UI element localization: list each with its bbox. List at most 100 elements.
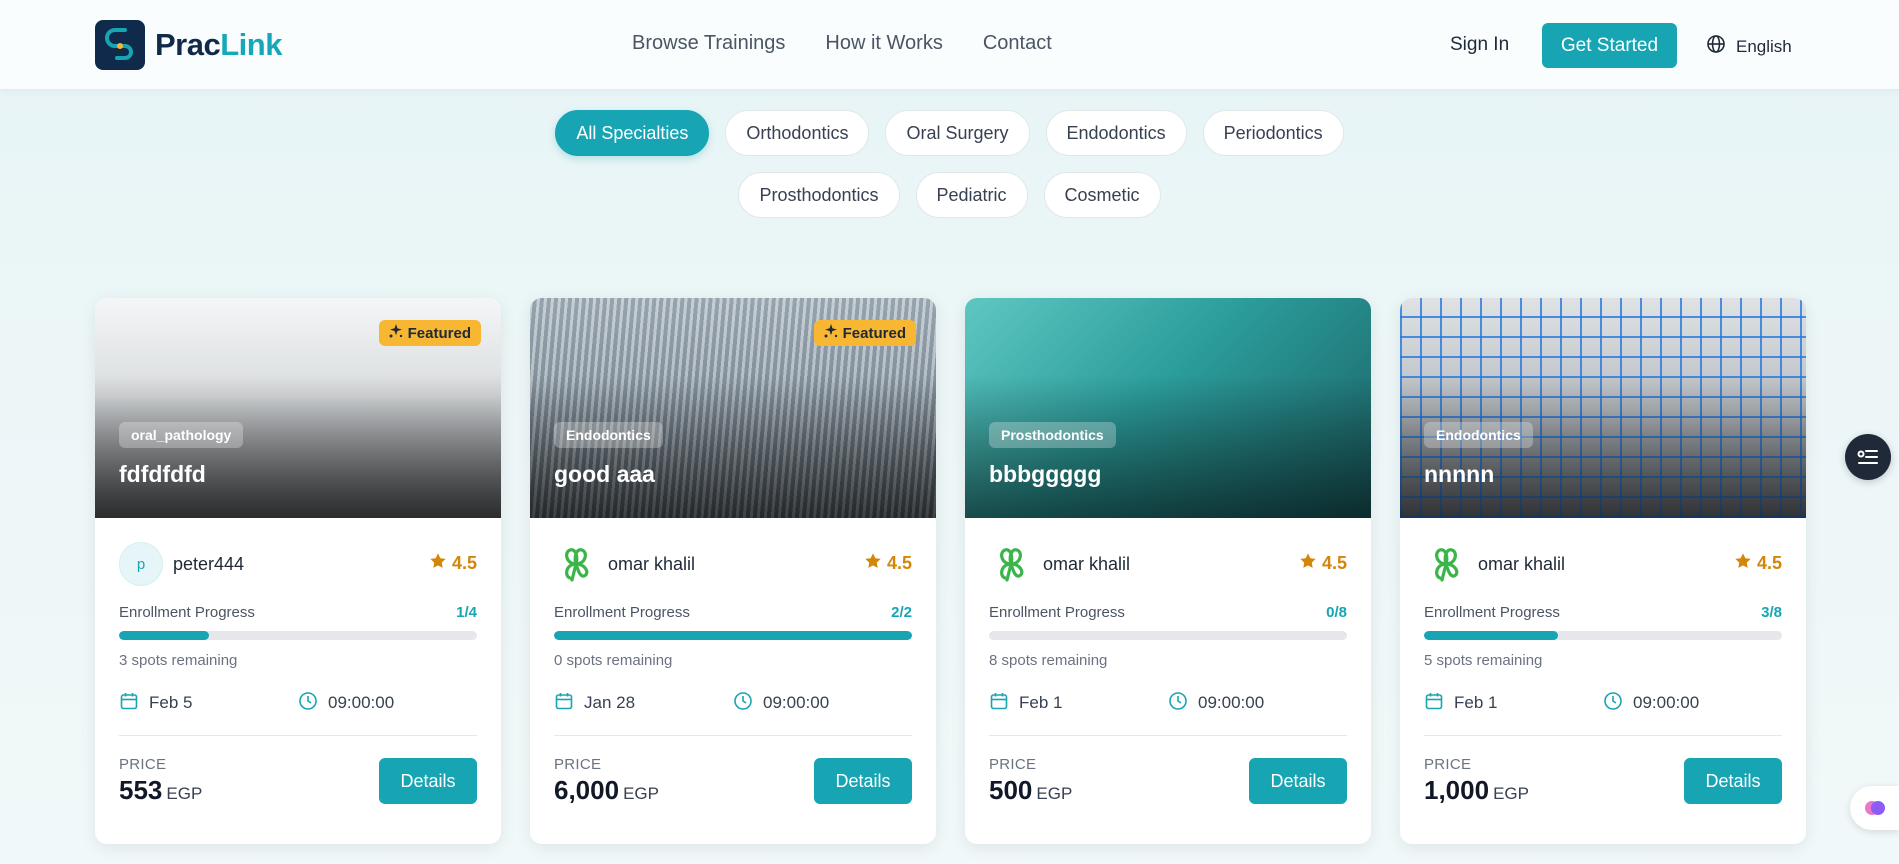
enrollment-progress-fill: [119, 631, 209, 640]
price-row: PRICE 1,000 EGP Details: [1424, 756, 1782, 806]
price-currency: EGP: [1036, 784, 1073, 803]
enrollment-progress-fill: [1424, 631, 1559, 640]
enrollment-count: 0/8: [1326, 604, 1347, 621]
star-icon: [429, 552, 447, 575]
brand-name: PracLink: [155, 27, 282, 63]
details-button[interactable]: Details: [1249, 758, 1347, 804]
filter-all-specialties[interactable]: All Specialties: [555, 110, 710, 156]
card-body: omar khalil 4.5 Enrollment Progress 0/8 …: [965, 518, 1371, 806]
filter-orthodontics[interactable]: Orthodontics: [725, 110, 870, 156]
card-title[interactable]: fdfdfdfd: [119, 461, 206, 488]
details-button[interactable]: Details: [379, 758, 477, 804]
schedule-row: Feb 1 09:00:00: [1424, 691, 1782, 715]
brand-name-part2: Link: [220, 27, 282, 62]
specialty-filters-row1: All Specialties Orthodontics Oral Surger…: [0, 110, 1899, 156]
date-value: Jan 28: [584, 693, 636, 712]
price-amount: 553: [119, 775, 163, 805]
sign-in-link[interactable]: Sign In: [1450, 34, 1509, 56]
time-value: 09:00:00: [1198, 693, 1265, 712]
price-currency: EGP: [166, 784, 203, 803]
author-avatar: p: [119, 542, 163, 586]
schedule-row: Feb 5 09:00:00: [119, 691, 477, 715]
card-title[interactable]: good aaa: [554, 461, 655, 488]
time-info: 09:00:00: [1168, 691, 1347, 716]
author-row: p peter444: [119, 542, 477, 586]
card-title[interactable]: nnnnn: [1424, 461, 1494, 488]
specialty-tag: Prosthodontics: [989, 422, 1116, 448]
price-amount: 1,000: [1424, 775, 1490, 805]
date-info: Feb 1: [1424, 691, 1603, 716]
card-divider: [989, 735, 1347, 736]
author-row: omar khalil: [1424, 542, 1782, 586]
card-divider: [1424, 735, 1782, 736]
card-body: p peter444 4.5 Enrollment Progress 1/4 3…: [95, 518, 501, 806]
author-row: omar khalil: [554, 542, 912, 586]
price-currency: EGP: [623, 784, 659, 803]
language-selector[interactable]: English: [1706, 34, 1792, 59]
details-button[interactable]: Details: [814, 758, 912, 804]
get-started-button[interactable]: Get Started: [1542, 23, 1677, 68]
time-info: 09:00:00: [298, 691, 477, 716]
enrollment-progress-label: Enrollment Progress: [554, 604, 690, 621]
filter-periodontics[interactable]: Periodontics: [1202, 110, 1344, 156]
card-body: omar khalil 4.5 Enrollment Progress 3/8 …: [1400, 518, 1806, 806]
training-card[interactable]: Prosthodontics bbbggggg omar khalil 4.5 …: [965, 298, 1371, 844]
enrollment-progress-row: Enrollment Progress 2/2: [554, 604, 912, 621]
rating-value: 4.5: [451, 553, 477, 573]
list-filter-icon: [1857, 450, 1878, 464]
author-row: omar khalil: [989, 542, 1347, 586]
brand-name-part1: Prac: [155, 27, 221, 62]
filter-cosmetic[interactable]: Cosmetic: [1043, 172, 1161, 218]
nav-contact[interactable]: Contact: [983, 32, 1052, 55]
filter-pediatric[interactable]: Pediatric: [915, 172, 1028, 218]
enrollment-progress-bar: [989, 631, 1347, 640]
enrollment-count: 3/8: [1761, 604, 1782, 621]
sparkle-icon: [389, 324, 403, 342]
rating-value: 4.5: [1756, 553, 1782, 573]
nav-how-it-works[interactable]: How it Works: [825, 32, 942, 55]
training-card[interactable]: Endodontics nnnnn omar khalil 4.5 Enroll…: [1400, 298, 1806, 844]
star-icon: [1299, 552, 1317, 575]
card-image[interactable]: Endodontics nnnnn: [1400, 298, 1806, 518]
spots-remaining: 5 spots remaining: [1424, 652, 1543, 669]
card-image[interactable]: Featured oral_pathology fdfdfdfd: [95, 298, 501, 518]
card-image[interactable]: Featured Endodontics good aaa: [530, 298, 936, 518]
enrollment-count: 1/4: [456, 604, 477, 621]
date-value: Feb 1: [1019, 693, 1063, 712]
card-body: omar khalil 4.5 Enrollment Progress 2/2 …: [530, 518, 936, 806]
nav-browse-trainings[interactable]: Browse Trainings: [632, 32, 785, 55]
enrollment-progress-row: Enrollment Progress 3/8: [1424, 604, 1782, 621]
price-row: PRICE 500 EGP Details: [989, 756, 1347, 806]
assistant-brain-button[interactable]: [1850, 786, 1899, 830]
rating-value: 4.5: [886, 553, 912, 573]
filter-list-fab-button[interactable]: [1845, 434, 1891, 480]
date-value: Feb 5: [149, 693, 193, 712]
rating: 4.5: [864, 552, 912, 575]
featured-badge: Featured: [378, 320, 481, 346]
featured-badge: Featured: [813, 320, 916, 346]
enrollment-count: 2/2: [891, 604, 912, 621]
author-name: omar khalil: [1043, 553, 1131, 574]
filter-oral-surgery[interactable]: Oral Surgery: [885, 110, 1030, 156]
clock-icon: [733, 691, 753, 716]
price-row: PRICE 553 EGP Details: [119, 756, 477, 806]
brand-logo[interactable]: PracLink: [95, 20, 282, 70]
calendar-icon: [989, 691, 1009, 716]
filter-endodontics[interactable]: Endodontics: [1045, 110, 1187, 156]
card-title[interactable]: bbbggggg: [989, 461, 1101, 488]
training-card[interactable]: Featured oral_pathology fdfdfdfd p peter…: [95, 298, 501, 844]
filter-prosthodontics[interactable]: Prosthodontics: [738, 172, 900, 218]
featured-label: Featured: [842, 324, 906, 342]
main-nav: Browse Trainings How it Works Contact: [632, 32, 1052, 55]
price-amount: 6,000: [554, 775, 620, 805]
rating-value: 4.5: [1321, 553, 1347, 573]
specialty-tag: oral_pathology: [119, 422, 244, 448]
spots-remaining: 8 spots remaining: [989, 652, 1108, 669]
rating: 4.5: [1299, 552, 1347, 575]
card-image[interactable]: Prosthodontics bbbggggg: [965, 298, 1371, 518]
clover-avatar-icon: [554, 542, 598, 586]
training-card[interactable]: Featured Endodontics good aaa omar khali…: [530, 298, 936, 844]
specialty-tag: Endodontics: [1424, 422, 1533, 448]
time-value: 09:00:00: [763, 693, 830, 712]
details-button[interactable]: Details: [1684, 758, 1782, 804]
